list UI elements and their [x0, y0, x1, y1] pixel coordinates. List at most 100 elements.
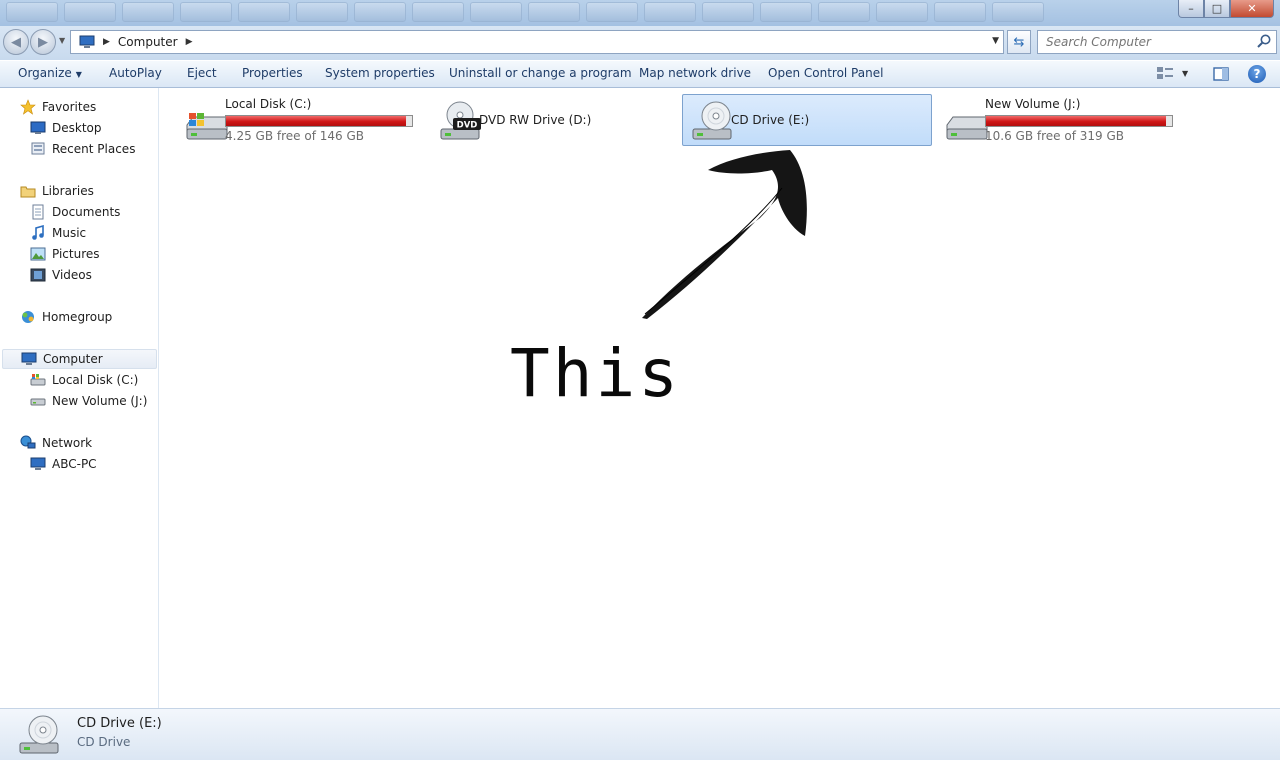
view-options-icon [1157, 67, 1173, 79]
drive-name: CD Drive (E:) [731, 113, 810, 127]
star-icon [20, 99, 36, 115]
chevron-down-icon: ▼ [1182, 68, 1189, 78]
minimize-button[interactable]: – [1178, 0, 1204, 18]
address-history-dropdown[interactable]: ▼ [992, 36, 999, 46]
drive-tile-dvd-rw-d[interactable]: DVD DVD RW Drive (D:) [430, 94, 680, 146]
search-input[interactable] [1038, 31, 1248, 53]
homegroup-icon [22, 311, 34, 323]
nav-label: Videos [52, 268, 92, 282]
back-arrow-icon: ◀ [11, 34, 21, 50]
uninstall-program-button[interactable]: Uninstall or change a program [449, 66, 632, 80]
address-bar[interactable]: ▶ Computer ▶ ▼ [70, 30, 1004, 54]
details-item-type: CD Drive [77, 735, 131, 749]
windows-hard-disk-icon [30, 374, 46, 386]
details-item-name: CD Drive (E:) [77, 716, 162, 731]
drive-name: New Volume (J:) [985, 97, 1081, 111]
nav-homegroup[interactable]: Homegroup [20, 307, 112, 327]
refresh-button[interactable]: ⇆ [1007, 30, 1031, 54]
nav-libraries[interactable]: Libraries [20, 181, 94, 201]
nav-label: Desktop [52, 121, 102, 135]
nav-label: Favorites [42, 100, 97, 114]
nav-label: Libraries [42, 184, 94, 198]
nav-new-volume-j[interactable]: New Volume (J:) [30, 391, 147, 411]
details-pane: CD Drive (E:) CD Drive [0, 708, 1280, 760]
breadcrumb-computer[interactable]: Computer [118, 35, 178, 49]
forward-button[interactable]: ▶ [30, 29, 56, 55]
recent-pages-dropdown[interactable]: ▼ [59, 36, 65, 45]
pictures-icon [30, 247, 46, 261]
nav-desktop[interactable]: Desktop [30, 118, 102, 138]
cd-drive-icon [19, 715, 59, 754]
drive-name: Local Disk (C:) [225, 97, 312, 111]
system-properties-button[interactable]: System properties [325, 66, 435, 80]
hard-disk-icon [946, 116, 988, 140]
drive-name: DVD RW Drive (D:) [479, 113, 592, 127]
hard-disk-icon [30, 398, 46, 406]
nav-label: New Volume (J:) [52, 394, 148, 408]
hand-drawn-arrow-icon [642, 150, 807, 319]
nav-videos[interactable]: Videos [30, 265, 92, 285]
nav-computer[interactable]: Computer [2, 349, 157, 369]
nav-abc-pc[interactable]: ABC-PC [30, 454, 97, 474]
autoplay-button[interactable]: AutoPlay [109, 66, 162, 80]
free-space-text: 4.25 GB free of 146 GB [225, 129, 364, 143]
refresh-icon: ⇆ [1013, 34, 1025, 50]
nav-label: Network [42, 436, 93, 450]
window-controls: – □ ✕ [1178, 0, 1274, 18]
breadcrumb-separator[interactable]: ▶ [186, 37, 193, 47]
computer-icon [21, 352, 37, 365]
videos-icon [30, 268, 46, 282]
nav-network[interactable]: Network [20, 433, 92, 453]
network-computer-icon [30, 457, 46, 470]
nav-label: Music [52, 226, 87, 240]
drive-tile-local-disk-c[interactable]: Local Disk (C:) 4.25 GB free of 146 GB [176, 94, 426, 146]
breadcrumb-separator[interactable]: ▶ [103, 37, 110, 47]
nav-label: Recent Places [52, 142, 136, 156]
nav-label: Pictures [52, 247, 100, 261]
close-button[interactable]: ✕ [1230, 0, 1274, 18]
drive-tile-cd-drive-e[interactable]: CD Drive (E:) [682, 94, 932, 146]
recent-places-icon [31, 142, 45, 155]
network-icon [20, 435, 36, 449]
maximize-button[interactable]: □ [1204, 0, 1230, 18]
annotation-overlay: This [510, 150, 807, 412]
chevron-down-icon: ▼ [75, 70, 82, 79]
nav-label: Computer [43, 352, 103, 366]
search-icon[interactable] [1256, 33, 1272, 49]
address-row: ◀ ▶ ▼ ▶ Computer ▶ ▼ ⇆ [0, 26, 1280, 60]
change-view-button[interactable]: ▼ [1156, 65, 1188, 81]
libraries-folder-icon [20, 186, 36, 198]
nav-label: ABC-PC [52, 457, 97, 471]
windows-hard-disk-icon [186, 113, 228, 140]
organize-button[interactable]: Organize ▼ [18, 66, 82, 80]
annotation-text: This [510, 335, 681, 412]
back-button[interactable]: ◀ [3, 29, 29, 55]
help-button[interactable]: ? [1248, 65, 1266, 83]
computer-icon [79, 35, 95, 48]
svg-text:DVD: DVD [457, 121, 478, 131]
preview-pane-icon[interactable] [1212, 65, 1230, 83]
organize-label: Organize [18, 66, 72, 80]
capacity-bar [225, 115, 413, 127]
taskbar-strip [0, 2, 1110, 24]
nav-pictures[interactable]: Pictures [30, 244, 100, 264]
drives-view: Local Disk (C:) 4.25 GB free of 146 GB D… [160, 88, 1280, 708]
help-icon: ? [1253, 67, 1261, 81]
nav-recent-places[interactable]: Recent Places [30, 139, 135, 159]
music-icon [32, 225, 44, 240]
nav-documents[interactable]: Documents [30, 202, 120, 222]
nav-local-disk-c[interactable]: Local Disk (C:) [30, 370, 138, 390]
capacity-bar [985, 115, 1173, 127]
navigation-pane: Favorites Desktop Recent Places Librarie… [0, 88, 159, 708]
properties-button[interactable]: Properties [242, 66, 303, 80]
map-network-drive-button[interactable]: Map network drive [639, 66, 751, 80]
drive-tile-new-volume-j[interactable]: New Volume (J:) 10.6 GB free of 319 GB [936, 94, 1186, 146]
eject-button[interactable]: Eject [187, 66, 217, 80]
nav-music[interactable]: Music [30, 223, 86, 243]
nav-label: Homegroup [42, 310, 113, 324]
search-box [1037, 30, 1277, 54]
nav-label: Documents [52, 205, 121, 219]
nav-favorites[interactable]: Favorites [20, 97, 96, 117]
open-control-panel-button[interactable]: Open Control Panel [768, 66, 883, 80]
capacity-bar-fill [226, 116, 407, 126]
